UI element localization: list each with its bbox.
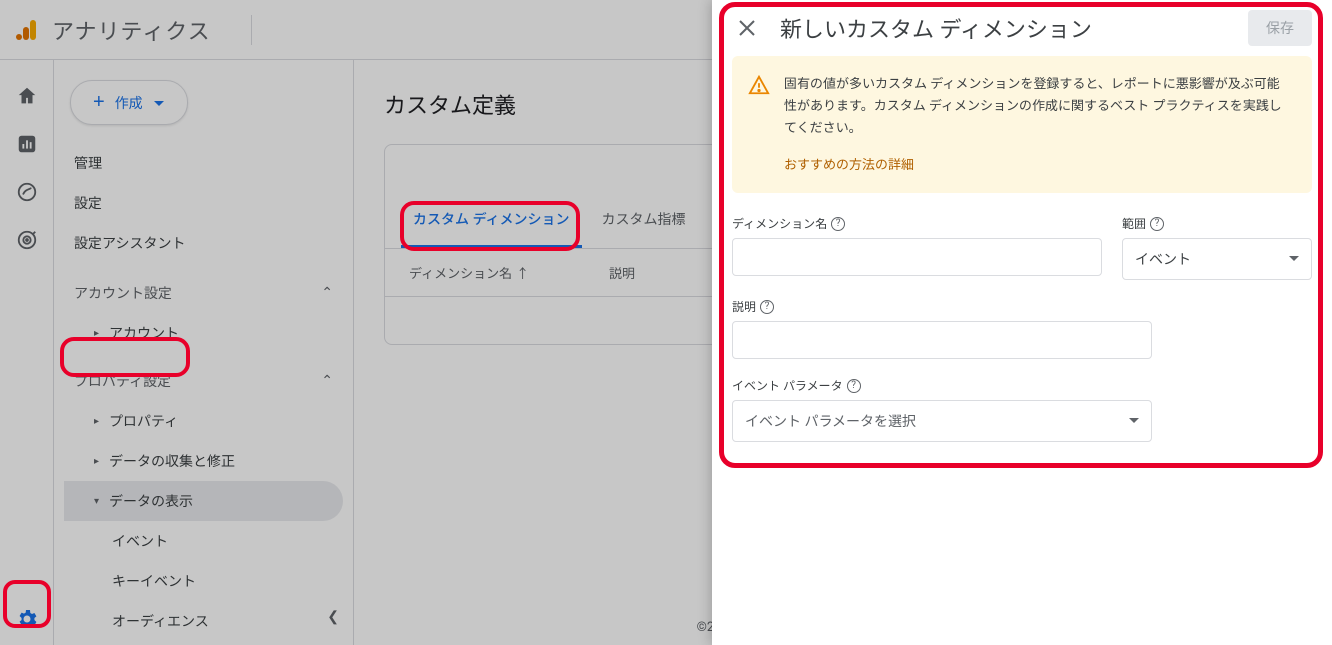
create-label: 作成 [115, 93, 143, 113]
plus-icon: + [93, 91, 105, 114]
help-icon[interactable]: ? [847, 379, 861, 393]
help-icon[interactable]: ? [760, 300, 774, 314]
field-label: イベント パラメータ? [732, 377, 1152, 394]
field-label: 範囲? [1122, 215, 1312, 232]
nav-key-events[interactable]: キーイベント [64, 561, 343, 601]
admin-gear-icon[interactable] [15, 607, 39, 631]
section-label: アカウント設定 [74, 283, 172, 303]
nav-audiences[interactable]: オーディエンス [64, 601, 343, 641]
warning-icon [748, 74, 770, 96]
chevron-up-icon: ⌃ [321, 373, 333, 389]
chevron-down-icon [1129, 416, 1139, 426]
collapse-nav-icon[interactable]: ❮ [327, 609, 339, 625]
event-param-select[interactable]: イベント パラメータを選択 [732, 400, 1152, 442]
save-button[interactable]: 保存 [1248, 10, 1312, 46]
warning-link[interactable]: おすすめの方法の詳細 [784, 154, 1292, 173]
dimension-name-input[interactable] [732, 238, 1102, 276]
description-input[interactable] [732, 321, 1152, 359]
nav-account[interactable]: ▸アカウント [64, 313, 343, 353]
arrow-right-icon: ▸ [94, 416, 99, 427]
close-icon [738, 19, 756, 37]
nav-data-collection[interactable]: ▸データの収集と修正 [64, 441, 343, 481]
field-scope: 範囲? イベント [1122, 215, 1312, 280]
col-description: 説明 [609, 263, 635, 282]
nav-data-display[interactable]: ▾データの表示 [64, 481, 343, 521]
col-dimension-name[interactable]: ディメンション名↑ [409, 263, 609, 282]
scope-select[interactable]: イベント [1122, 238, 1312, 280]
chevron-down-icon [153, 97, 165, 109]
advertising-icon[interactable] [15, 228, 39, 252]
param-placeholder: イベント パラメータを選択 [745, 411, 916, 431]
tab-custom-dimensions[interactable]: カスタム ディメンション [401, 193, 582, 248]
field-dimension-name: ディメンション名? [732, 215, 1102, 280]
arrow-down-icon: ▾ [94, 496, 99, 507]
app-name: アナリティクス [52, 14, 211, 46]
section-label: プロパティ設定 [74, 371, 171, 391]
chevron-down-icon [1289, 254, 1299, 264]
nav-property-section[interactable]: プロパティ設定 ⌃ [64, 361, 343, 401]
help-icon[interactable]: ? [1150, 217, 1164, 231]
chevron-up-icon: ⌃ [321, 285, 333, 301]
analytics-logo-icon [16, 18, 40, 42]
sort-up-icon: ↑ [516, 263, 529, 282]
admin-nav: + 作成 管理 設定 設定アシスタント アカウント設定 ⌃ ▸アカウント プロパ… [54, 60, 354, 645]
logo: アナリティクス [16, 14, 211, 46]
panel-body: 固有の値が多いカスタム ディメンションを登録すると、レポートに悪影響が及ぶ可能性… [712, 56, 1332, 480]
arrow-right-icon: ▸ [94, 456, 99, 467]
field-description: 説明? [732, 298, 1152, 359]
nav-setup-assistant[interactable]: 設定アシスタント [64, 223, 343, 263]
divider [251, 15, 252, 45]
field-label: ディメンション名? [732, 215, 1102, 232]
field-label: 説明? [732, 298, 1152, 315]
panel-header: 新しいカスタム ディメンション 保存 [712, 0, 1332, 56]
nav-admin[interactable]: 管理 [64, 143, 343, 183]
reports-icon[interactable] [15, 132, 39, 156]
arrow-right-icon: ▸ [94, 328, 99, 339]
nav-property[interactable]: ▸プロパティ [64, 401, 343, 441]
warning-box: 固有の値が多いカスタム ディメンションを登録すると、レポートに悪影響が及ぶ可能性… [732, 56, 1312, 193]
explore-icon[interactable] [15, 180, 39, 204]
scope-value: イベント [1135, 249, 1191, 269]
nav-events[interactable]: イベント [64, 521, 343, 561]
home-icon[interactable] [15, 84, 39, 108]
tab-custom-metrics[interactable]: カスタム指標 [590, 193, 698, 248]
left-rail [0, 60, 54, 645]
nav-settings[interactable]: 設定 [64, 183, 343, 223]
close-panel-button[interactable] [732, 13, 762, 43]
field-event-param: イベント パラメータ? イベント パラメータを選択 [732, 377, 1152, 442]
create-button[interactable]: + 作成 [70, 80, 188, 125]
warning-text: 固有の値が多いカスタム ディメンションを登録すると、レポートに悪影響が及ぶ可能性… [784, 74, 1292, 140]
panel-title: 新しいカスタム ディメンション [780, 12, 1230, 44]
nav-account-section[interactable]: アカウント設定 ⌃ [64, 273, 343, 313]
help-icon[interactable]: ? [831, 217, 845, 231]
new-dimension-panel: 新しいカスタム ディメンション 保存 固有の値が多いカスタム ディメンションを登… [712, 0, 1332, 645]
